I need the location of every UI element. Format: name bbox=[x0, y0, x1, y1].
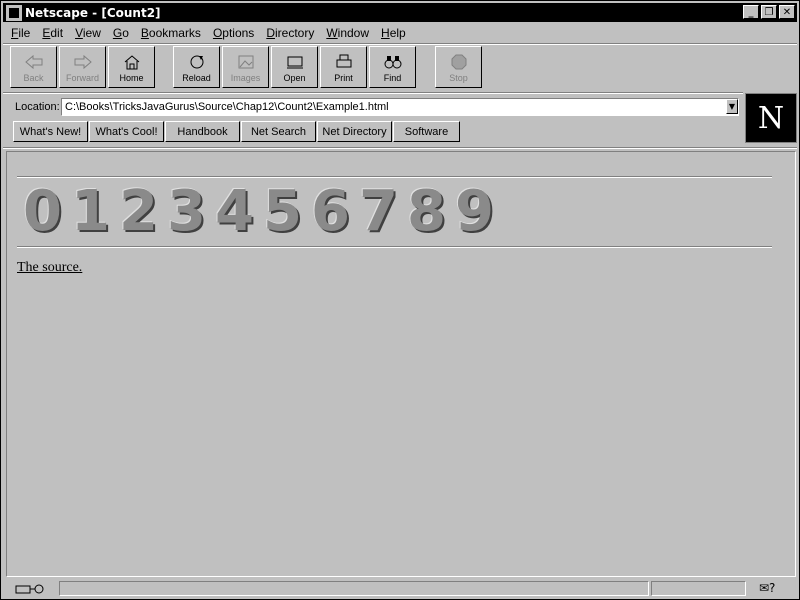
menu-separator bbox=[3, 43, 797, 45]
software-button[interactable]: Software bbox=[393, 121, 460, 142]
security-key-icon bbox=[15, 584, 44, 594]
mail-icon[interactable]: ✉? bbox=[759, 581, 775, 595]
netscape-logo[interactable]: N bbox=[745, 93, 797, 143]
toolbar-separator bbox=[3, 92, 743, 94]
forward-button[interactable]: Forward bbox=[59, 46, 106, 88]
menu-bar: File Edit View Go Bookmarks Options Dire… bbox=[5, 24, 412, 42]
images-button[interactable]: Images bbox=[222, 46, 269, 88]
counter-digits: 0 1 2 3 4 5 6 7 8 9 bbox=[23, 182, 503, 242]
menu-edit[interactable]: Edit bbox=[36, 26, 69, 40]
menu-window[interactable]: Window bbox=[320, 26, 375, 40]
back-button[interactable]: Back bbox=[10, 46, 57, 88]
minimize-button[interactable]: _ bbox=[743, 5, 759, 19]
open-button[interactable]: Open bbox=[271, 46, 318, 88]
digit-4: 4 bbox=[215, 179, 254, 244]
whats-new-button[interactable]: What's New! bbox=[13, 121, 88, 142]
handbook-button[interactable]: Handbook bbox=[165, 121, 240, 142]
binoculars-icon bbox=[384, 56, 401, 69]
menu-directory[interactable]: Directory bbox=[260, 26, 320, 40]
digit-8: 8 bbox=[407, 179, 446, 244]
source-link[interactable]: The source. bbox=[17, 260, 82, 276]
digit-6: 6 bbox=[311, 179, 350, 244]
images-icon bbox=[238, 55, 253, 69]
browser-window: Netscape - [Count2] _ ❐ ✕ File Edit View… bbox=[0, 0, 800, 600]
find-button[interactable]: Find bbox=[369, 46, 416, 88]
menu-options[interactable]: Options bbox=[207, 26, 260, 40]
reload-icon bbox=[190, 55, 203, 69]
menu-file[interactable]: File bbox=[5, 26, 36, 40]
window-title: Netscape - [Count2] bbox=[25, 5, 161, 20]
back-arrow-icon bbox=[24, 54, 42, 70]
open-icon bbox=[286, 56, 303, 69]
horizontal-rule-bottom bbox=[17, 246, 772, 248]
horizontal-rule-top bbox=[17, 176, 772, 178]
digit-5: 5 bbox=[263, 179, 302, 244]
menu-view[interactable]: View bbox=[69, 26, 107, 40]
restore-button[interactable]: ❐ bbox=[761, 5, 777, 19]
title-bar: Netscape - [Count2] _ ❐ ✕ bbox=[3, 3, 797, 22]
stop-sign-icon bbox=[451, 54, 466, 70]
status-text-field bbox=[59, 581, 649, 596]
content-top-separator bbox=[3, 147, 797, 149]
stop-button[interactable]: Stop bbox=[435, 46, 482, 88]
directory-buttons: What's New! What's Cool! Handbook Net Se… bbox=[13, 121, 461, 142]
reload-button[interactable]: Reload bbox=[173, 46, 220, 88]
printer-icon bbox=[336, 54, 351, 68]
location-label: Location: bbox=[15, 101, 60, 113]
digit-1: 1 bbox=[71, 179, 110, 244]
menu-bookmarks[interactable]: Bookmarks bbox=[135, 26, 207, 40]
menu-help[interactable]: Help bbox=[375, 26, 412, 40]
home-button[interactable]: Home bbox=[108, 46, 155, 88]
whats-cool-button[interactable]: What's Cool! bbox=[89, 121, 164, 142]
page-content: 0 1 2 3 4 5 6 7 8 9 The source. bbox=[6, 151, 796, 577]
forward-arrow-icon bbox=[74, 54, 92, 70]
print-button[interactable]: Print bbox=[320, 46, 367, 88]
menu-go[interactable]: Go bbox=[107, 26, 135, 40]
digit-7: 7 bbox=[359, 179, 398, 244]
location-dropdown-button[interactable]: ▼ bbox=[726, 99, 738, 114]
net-directory-button[interactable]: Net Directory bbox=[317, 121, 392, 142]
digit-2: 2 bbox=[119, 179, 158, 244]
digit-3: 3 bbox=[167, 179, 206, 244]
net-search-button[interactable]: Net Search bbox=[241, 121, 316, 142]
status-bar: ✉? bbox=[3, 579, 797, 599]
window-controls: _ ❐ ✕ bbox=[741, 5, 795, 19]
progress-field bbox=[651, 581, 746, 596]
digit-9: 9 bbox=[455, 179, 494, 244]
close-button[interactable]: ✕ bbox=[779, 5, 795, 19]
location-input[interactable]: C:\Books\TricksJavaGurus\Source\Chap12\C… bbox=[61, 98, 739, 116]
home-icon bbox=[124, 55, 139, 70]
netscape-app-icon[interactable] bbox=[6, 4, 22, 21]
digit-0: 0 bbox=[23, 179, 62, 244]
